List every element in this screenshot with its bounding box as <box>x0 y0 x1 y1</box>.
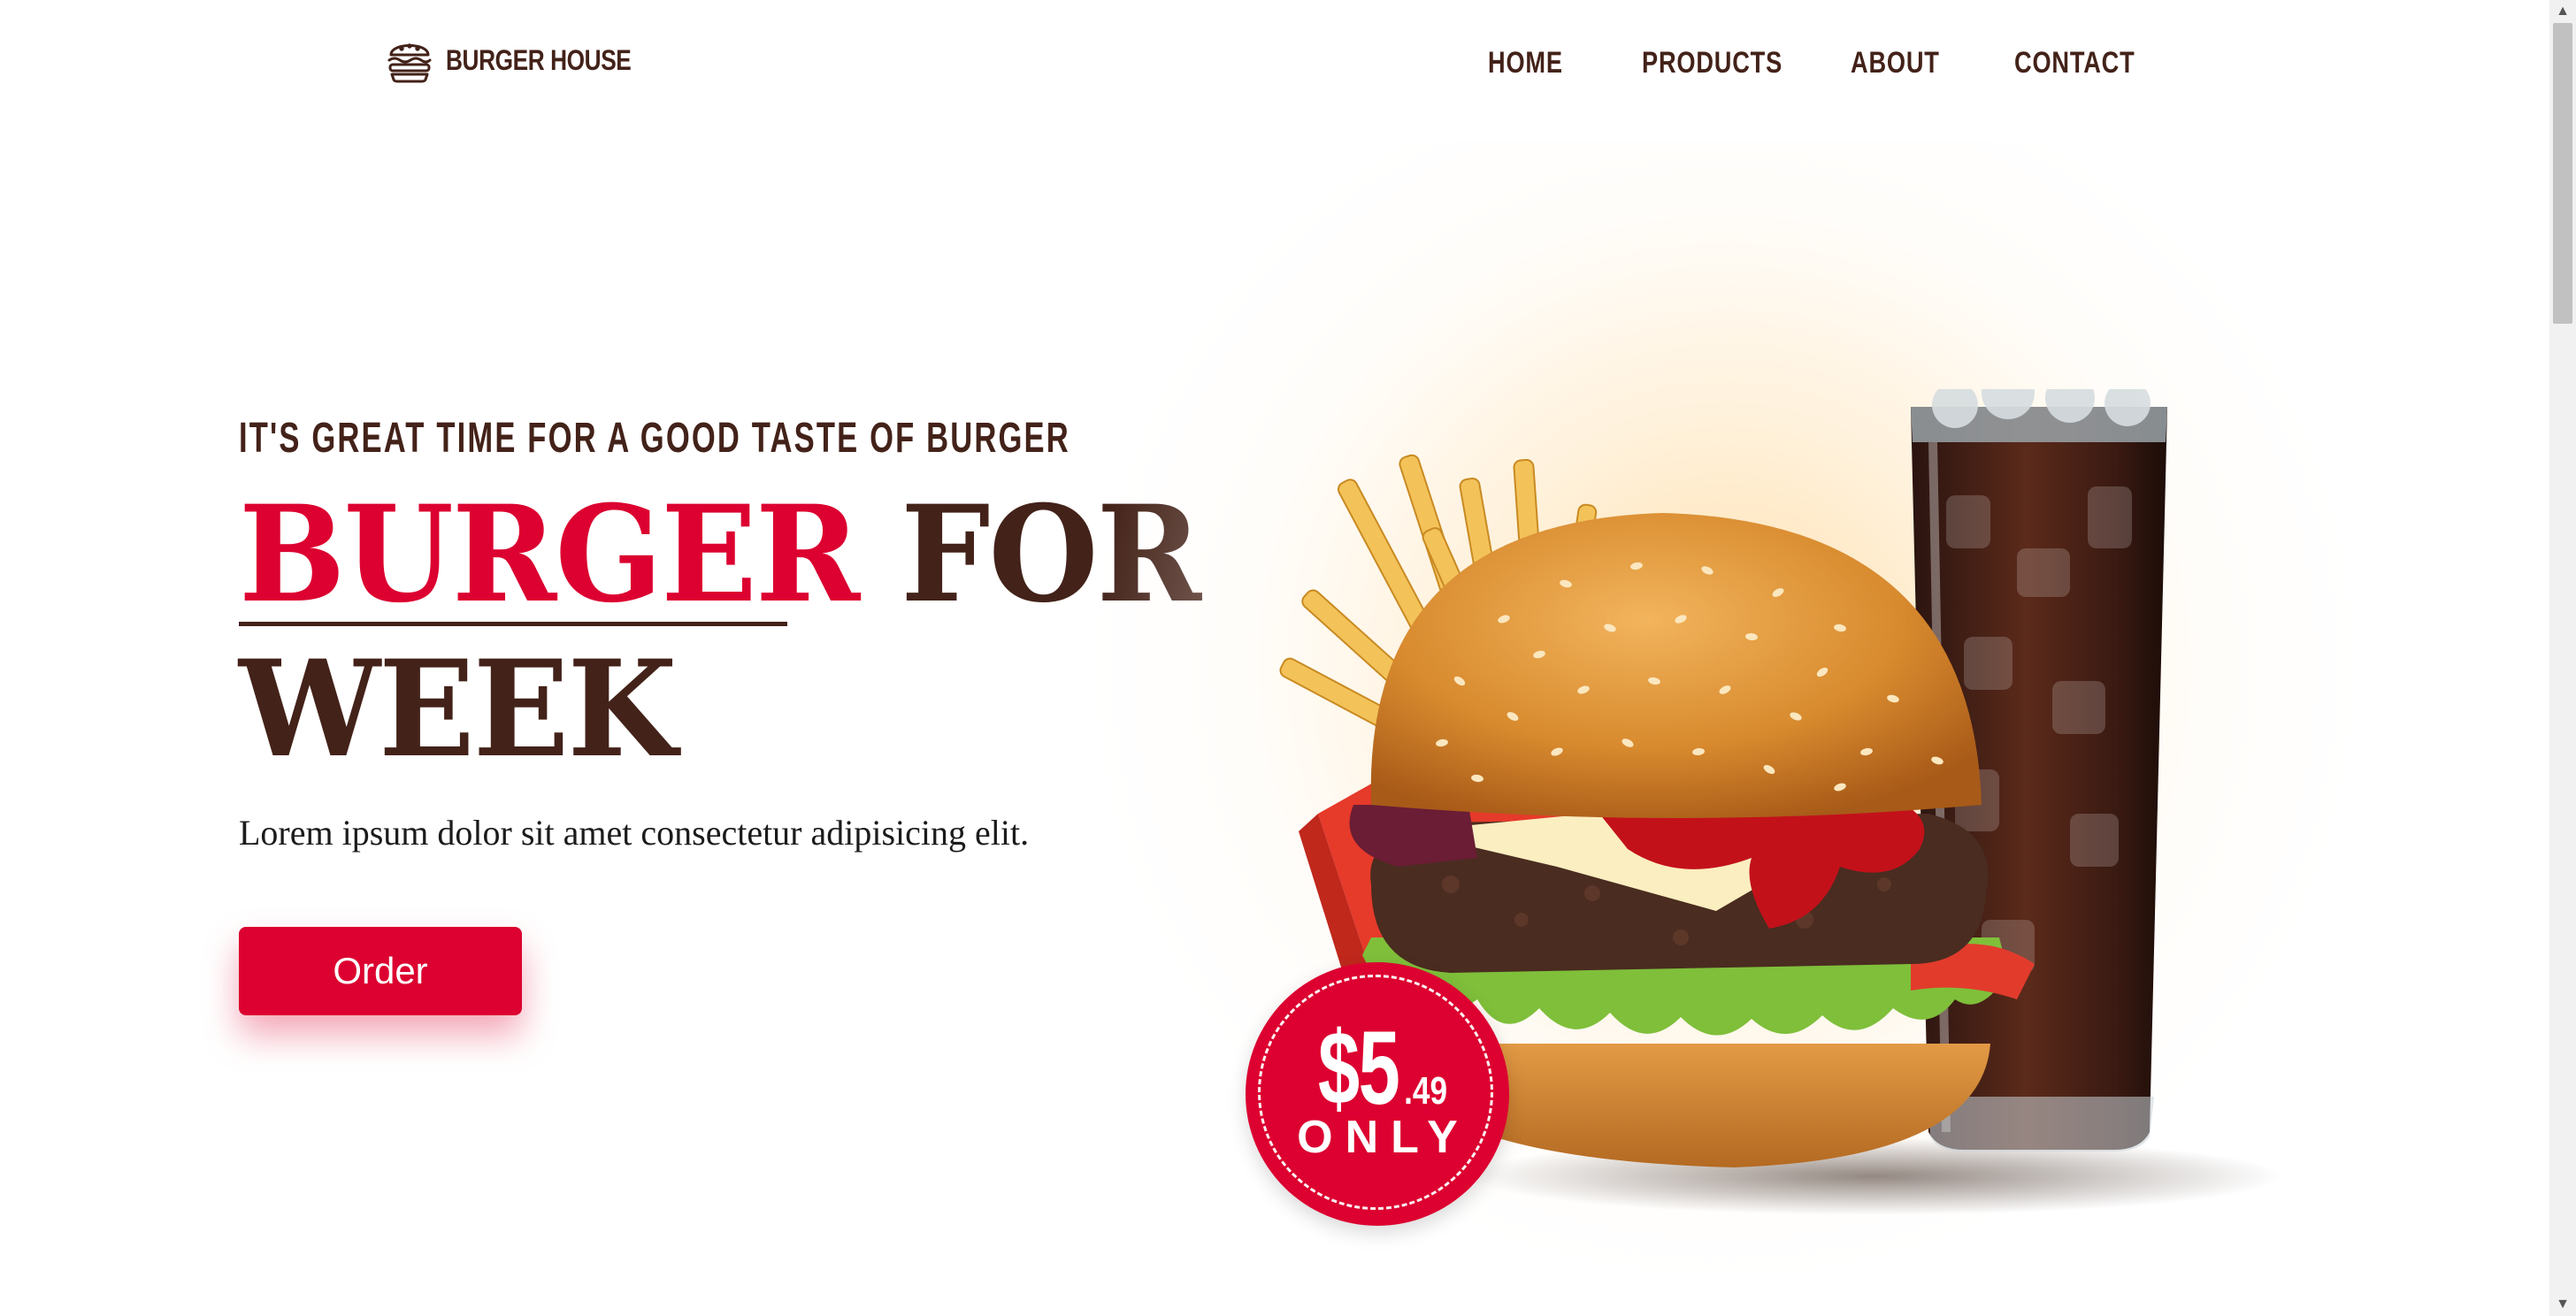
order-button[interactable]: Order <box>239 927 522 1015</box>
nav-contact[interactable]: CONTACT <box>2014 46 2135 80</box>
price-only-label: ONLY <box>1297 1112 1470 1163</box>
headline-underline <box>239 622 787 626</box>
hero-tagline: IT'S GREAT TIME FOR A GOOD TASTE OF BURG… <box>239 415 1070 462</box>
price-badge: $5.49 ONLY <box>1246 962 1509 1226</box>
nav-home[interactable]: HOME <box>1488 46 1563 80</box>
page-scrollbar[interactable]: ▲ ▼ <box>2549 0 2576 1316</box>
nav-products[interactable]: PRODUCTS <box>1642 46 1782 80</box>
landing-page: BURGER HOUSE HOME PRODUCTS ABOUT CONTACT… <box>0 0 2549 1316</box>
headline-line2: WEEK <box>239 631 677 787</box>
nav-about[interactable]: ABOUT <box>1851 46 1940 80</box>
chevron-up-icon[interactable]: ▲ <box>2549 0 2576 23</box>
scrollbar-thumb[interactable] <box>2553 23 2572 324</box>
hero-description: Lorem ipsum dolor sit amet consectetur a… <box>239 813 1030 853</box>
headline-accent: BURGER <box>239 477 860 632</box>
hero-headline: BURGER FOR WEEK <box>239 477 1201 787</box>
main-nav: HOME PRODUCTS ABOUT CONTACT <box>0 46 2549 90</box>
price-cents: .49 <box>1404 1069 1448 1113</box>
chevron-down-icon[interactable]: ▼ <box>2549 1293 2576 1316</box>
